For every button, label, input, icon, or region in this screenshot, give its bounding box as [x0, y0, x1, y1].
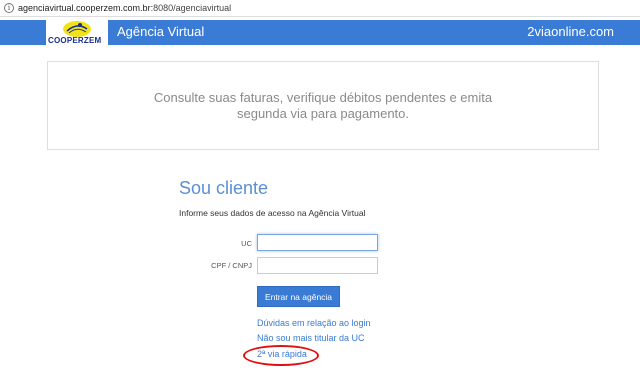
logo-wordmark: COOPERZEM	[48, 36, 102, 45]
info-banner: Consulte suas faturas, verifique débitos…	[47, 61, 599, 150]
cpf-cnpj-input[interactable]	[257, 257, 378, 274]
info-icon[interactable]: i	[4, 3, 14, 13]
login-submit-button[interactable]: Entrar na agência	[257, 286, 340, 307]
red-highlight-oval	[243, 345, 319, 366]
url-text[interactable]: agenciavirtual.cooperzem.com.br:8080/age…	[18, 3, 231, 13]
login-heading: Sou cliente	[179, 178, 269, 198]
login-doubts-link[interactable]: Dúvidas em relação ao login	[257, 318, 371, 328]
uc-input[interactable]	[257, 234, 378, 251]
uc-label: UC	[241, 239, 252, 248]
login-subheading: Informe seus dados de acesso na Agência …	[179, 208, 366, 218]
url-path: :8080/agenciavirtual	[150, 3, 232, 13]
cooperzem-logo[interactable]: COOPERZEM	[46, 20, 108, 45]
address-bar[interactable]: i agenciavirtual.cooperzem.com.br:8080/a…	[0, 0, 640, 17]
nav-right-link[interactable]: 2viaonline.com	[527, 24, 614, 39]
nav-title[interactable]: Agência Virtual	[117, 24, 204, 39]
banner-text: Consulte suas faturas, verifique débitos…	[153, 89, 493, 121]
url-host: agenciavirtual.cooperzem.com.br	[18, 3, 151, 13]
top-navbar: COOPERZEM Agência Virtual 2viaonline.com	[0, 20, 640, 45]
cpf-cnpj-label: CPF / CNPJ	[211, 261, 252, 270]
not-holder-link[interactable]: Não sou mais titular da UC	[257, 333, 365, 343]
